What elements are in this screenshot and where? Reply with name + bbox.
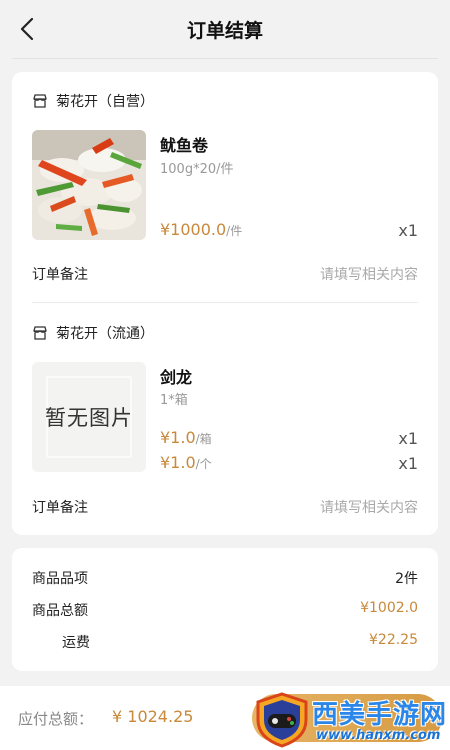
summary-label-items: 商品品项 [32, 571, 88, 587]
summary-card: 商品品项 2件 商品总额 ¥1002.0 运费 ¥22.25 [12, 548, 438, 671]
product-price: ¥1.0/箱 [160, 428, 212, 447]
store-name: 菊花开（自营） [56, 94, 154, 110]
price-value: ¥1.0 [160, 428, 196, 447]
header-divider [12, 58, 438, 59]
price-value: ¥1.0 [160, 453, 196, 472]
price-unit: /个 [195, 457, 212, 471]
watermark-logo: 西美手游网 www.hanxm.com [254, 692, 448, 748]
store-icon [33, 326, 47, 340]
no-image-text: 暂无图片 [45, 406, 133, 430]
price-value: ¥1000.0 [160, 220, 227, 239]
product-image-placeholder[interactable]: 暂无图片 [32, 362, 146, 472]
product-price: ¥1.0/个 [160, 453, 212, 472]
price-unit: /件 [226, 224, 243, 238]
summary-label-subtotal: 商品总额 [32, 603, 88, 619]
gamepad-shield-icon [256, 692, 308, 748]
product-quantity: x1 [398, 454, 418, 473]
total-amount: ¥ 1024.25 [112, 707, 194, 726]
summary-value-subtotal: ¥1002.0 [360, 600, 418, 616]
summary-value-items: 2件 [395, 571, 418, 587]
product-image[interactable] [32, 130, 146, 240]
product-spec: 100g*20/件 [160, 162, 234, 177]
store-icon [33, 94, 47, 108]
watermark-text: 西美手游网 [312, 700, 448, 730]
product-quantity: x1 [398, 221, 418, 240]
summary-label-shipping: 运费 [62, 635, 90, 651]
product-price: ¥1000.0/件 [160, 220, 242, 239]
product-spec: 1*箱 [160, 393, 188, 408]
order-remark-label: 订单备注 [32, 500, 88, 516]
page-title: 订单结算 [186, 20, 263, 42]
orders-card: 菊花开（自营） 鱿鱼卷 100g*20/件 ¥1000.0/件 x1 订单备注 [12, 72, 438, 535]
store-name: 菊花开（流通） [56, 326, 154, 342]
product-name: 鱿鱼卷 [160, 136, 209, 155]
order-remark-label: 订单备注 [32, 267, 88, 283]
product-quantity: x1 [398, 429, 418, 448]
store-header: 菊花开（流通） [32, 322, 154, 344]
order-remark-input[interactable]: 请填写相关内容 [320, 264, 418, 284]
section-divider [32, 302, 418, 303]
product-name: 剑龙 [160, 368, 193, 387]
squid-rolls-photo [32, 130, 146, 240]
watermark-url: www.hanxm.com [316, 728, 441, 743]
total-label: 应付总额： [18, 710, 94, 728]
price-unit: /箱 [195, 432, 212, 446]
summary-value-shipping: ¥22.25 [369, 632, 418, 648]
order-remark-input[interactable]: 请填写相关内容 [320, 497, 418, 517]
nav-header: 订单结算 [0, 0, 450, 62]
store-header: 菊花开（自营） [32, 90, 154, 112]
